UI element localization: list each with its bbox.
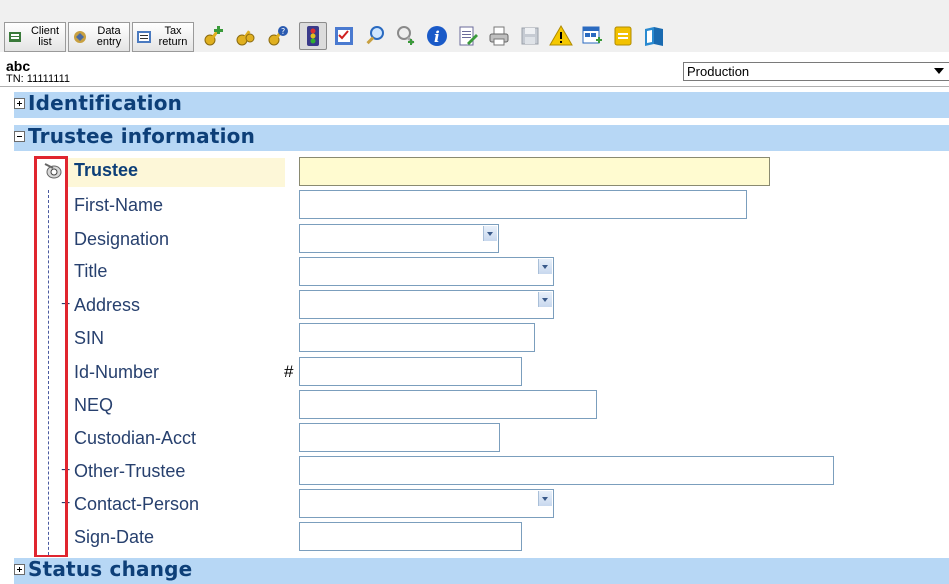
other-trustee-label: Other-Trustee xyxy=(74,461,186,481)
client-list-button[interactable]: Client list xyxy=(4,22,66,52)
section-title: Identification xyxy=(28,91,183,115)
chevron-down-icon[interactable] xyxy=(538,259,552,274)
address-select[interactable] xyxy=(299,290,554,319)
id-number-input[interactable] xyxy=(299,357,522,386)
id-number-label: Id-Number xyxy=(74,362,160,382)
toolbar: Client list Data entry Tax return ? i xyxy=(0,0,949,52)
chevron-down-icon[interactable] xyxy=(538,491,552,506)
tax-return-icon xyxy=(137,31,151,43)
book-icon[interactable] xyxy=(640,22,668,50)
header-divider xyxy=(0,86,949,87)
svg-text:i: i xyxy=(434,28,440,46)
section-title: Status change xyxy=(28,557,193,581)
data-entry-icon xyxy=(74,31,86,43)
collapse-icon[interactable] xyxy=(14,131,25,142)
search-icon[interactable] xyxy=(361,22,389,50)
print-icon[interactable] xyxy=(485,22,513,50)
other-trustee-input[interactable] xyxy=(299,456,834,485)
checklist-icon[interactable] xyxy=(330,22,358,50)
contact-person-select[interactable] xyxy=(299,489,554,518)
keys-help-icon[interactable]: ? xyxy=(264,22,292,50)
trustee-label: Trustee xyxy=(74,160,139,180)
sign-date-label: Sign-Date xyxy=(74,527,155,547)
sin-input[interactable] xyxy=(299,323,535,352)
contact-person-label: Contact-Person xyxy=(74,494,200,514)
address-label: Address xyxy=(74,295,141,315)
user-search-icon[interactable] xyxy=(392,22,420,50)
keys-icon[interactable] xyxy=(232,22,260,50)
chevron-down-icon xyxy=(934,68,944,74)
data-entry-label: Data entry xyxy=(96,25,122,48)
custodian-acct-label: Custodian-Acct xyxy=(74,428,197,448)
tax-return-button[interactable]: Tax return xyxy=(132,22,194,52)
info-icon[interactable]: i xyxy=(423,22,451,50)
neq-label: NEQ xyxy=(74,395,114,415)
note-icon[interactable] xyxy=(609,22,637,50)
svg-text:?: ? xyxy=(281,27,285,36)
environment-select[interactable]: Production xyxy=(683,62,949,81)
expand-icon[interactable] xyxy=(14,98,25,109)
save-icon[interactable] xyxy=(516,22,544,50)
data-entry-button[interactable]: Data entry xyxy=(68,22,130,52)
custodian-acct-input[interactable] xyxy=(299,423,500,452)
chevron-down-icon[interactable] xyxy=(538,292,552,307)
add-form-icon[interactable] xyxy=(578,22,606,50)
sign-date-input[interactable] xyxy=(299,522,522,551)
highlight-box xyxy=(34,156,68,558)
designation-select[interactable] xyxy=(299,224,499,253)
sin-label: SIN xyxy=(74,328,105,348)
section-identification[interactable]: Identification xyxy=(14,91,949,118)
id-number-prefix: # xyxy=(284,362,294,381)
client-list-icon xyxy=(9,32,21,42)
designation-label: Designation xyxy=(74,229,170,249)
first-name-label: First-Name xyxy=(74,195,163,215)
environment-value: Production xyxy=(687,64,750,79)
chevron-down-icon[interactable] xyxy=(483,226,497,241)
title-label: Title xyxy=(74,261,108,281)
warning-icon[interactable] xyxy=(547,22,575,50)
section-trustee-information[interactable]: Trustee information xyxy=(14,124,949,151)
neq-input[interactable] xyxy=(299,390,597,419)
edit-document-icon[interactable] xyxy=(454,22,482,50)
title-select[interactable] xyxy=(299,257,554,286)
expand-icon[interactable] xyxy=(14,564,25,575)
keys-add-icon[interactable] xyxy=(200,22,228,50)
tax-return-label: Tax return xyxy=(158,25,188,48)
first-name-input[interactable] xyxy=(299,190,747,219)
tax-number: TN: 11111111 xyxy=(6,73,71,85)
client-name: abc xyxy=(6,58,31,74)
section-title: Trustee information xyxy=(28,124,256,148)
client-list-label: Client list xyxy=(30,25,60,48)
trustee-input[interactable] xyxy=(299,157,770,186)
traffic-light-icon[interactable] xyxy=(299,22,327,50)
section-status-change[interactable]: Status change xyxy=(14,557,949,584)
